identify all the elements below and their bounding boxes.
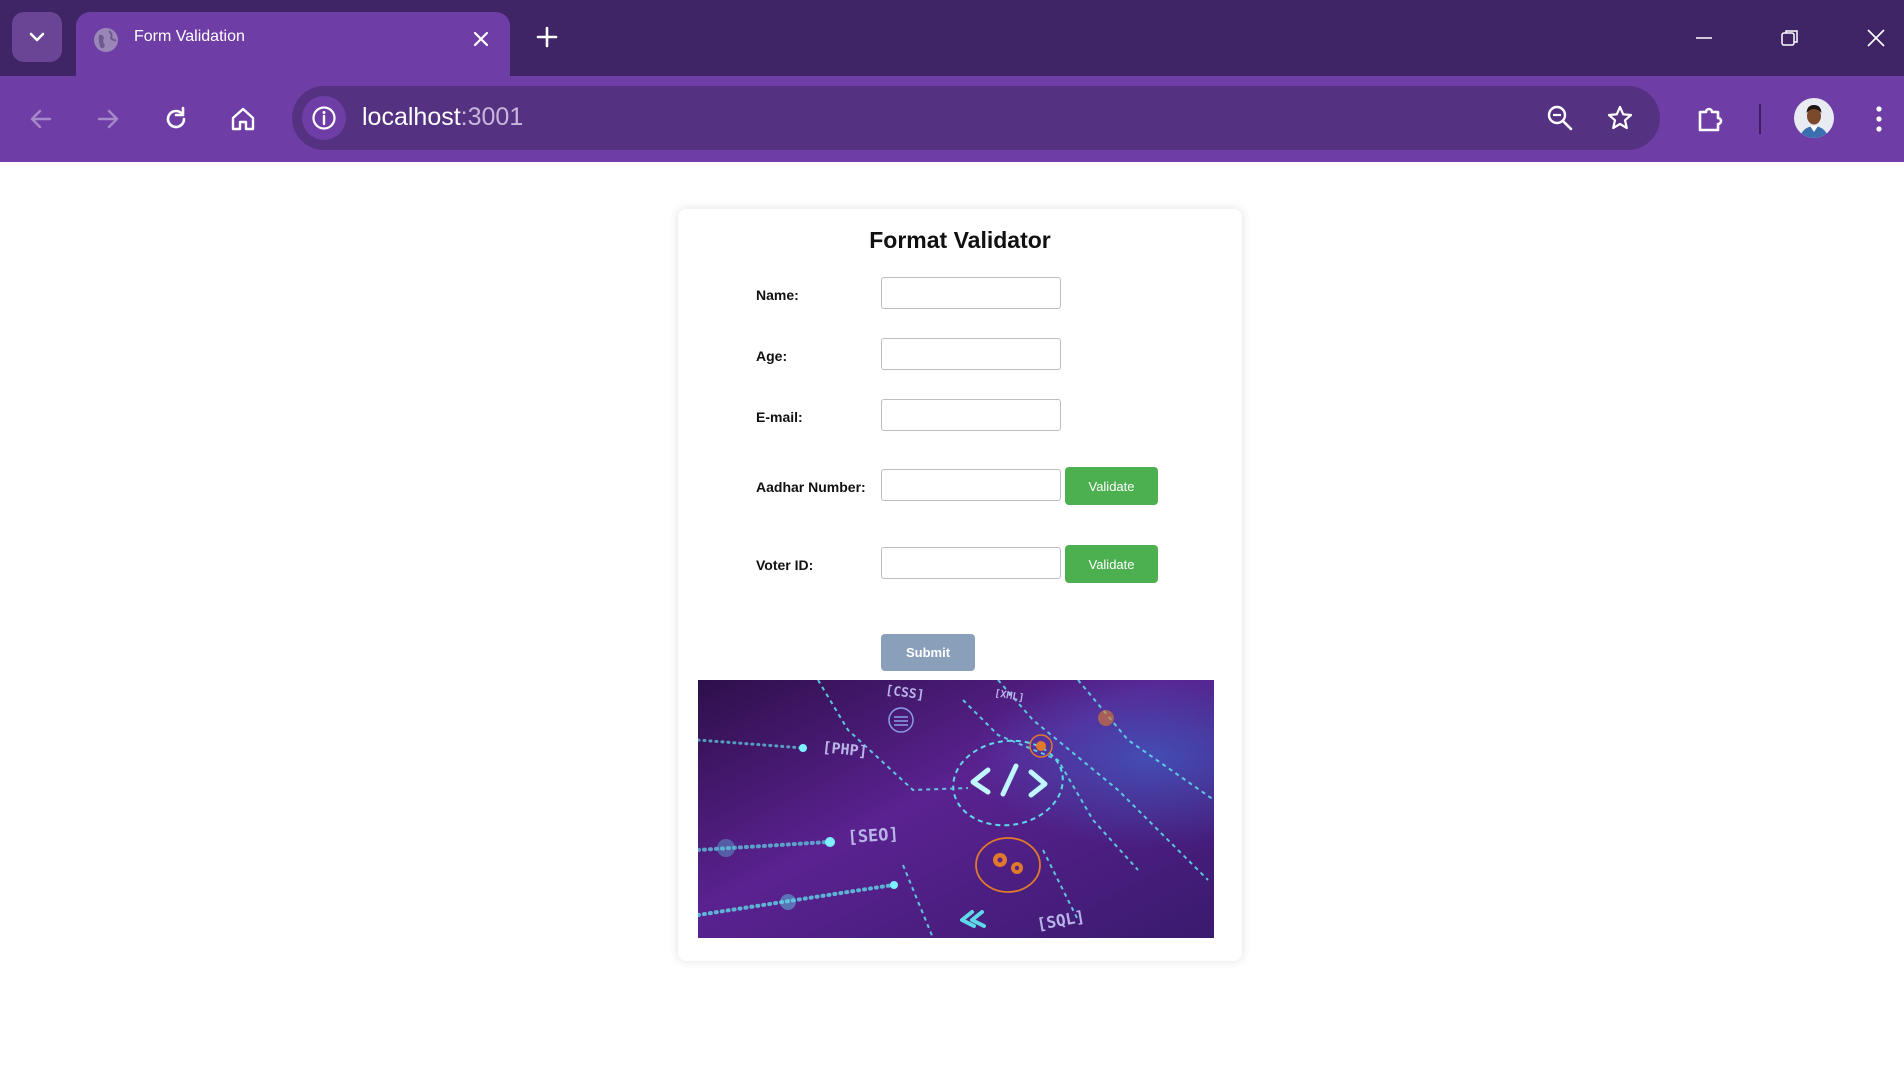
email-input[interactable]: [881, 399, 1061, 431]
tab-close-button[interactable]: [466, 24, 496, 54]
window-close-button[interactable]: [1856, 18, 1896, 58]
more-vertical-icon: [1876, 106, 1882, 132]
avatar-image: [1794, 98, 1834, 138]
info-icon: [312, 106, 336, 130]
form-card: Format Validator Name: Age: E-mail: Aadh…: [678, 209, 1242, 961]
zoom-out-icon: [1547, 105, 1573, 131]
url-text[interactable]: localhost:3001: [362, 103, 523, 132]
forward-button[interactable]: [86, 97, 130, 141]
page-content: Format Validator Name: Age: E-mail: Aadh…: [0, 162, 1904, 1079]
close-icon: [1867, 29, 1885, 47]
browser-toolbar: localhost:3001: [0, 76, 1904, 162]
tag-seo: [SEO]: [847, 824, 899, 848]
tab-strip: Form Validation: [0, 0, 1904, 76]
home-button[interactable]: [221, 97, 265, 141]
back-button[interactable]: [19, 97, 63, 141]
age-input[interactable]: [881, 338, 1061, 370]
toolbar-divider: [1759, 104, 1761, 134]
url-host: localhost: [362, 103, 461, 131]
chevron-down-icon: [29, 32, 45, 42]
address-bar[interactable]: localhost:3001: [292, 86, 1660, 150]
bookmark-button[interactable]: [1598, 96, 1642, 140]
email-label: E-mail:: [756, 409, 803, 425]
active-tab[interactable]: Form Validation: [76, 12, 510, 76]
submit-button[interactable]: Submit: [881, 634, 975, 671]
tab-title: Form Validation: [134, 28, 245, 45]
name-input[interactable]: [881, 277, 1061, 309]
puzzle-icon: [1698, 107, 1723, 132]
voter-id-label: Voter ID:: [756, 557, 814, 573]
name-label: Name:: [756, 287, 799, 303]
reload-button[interactable]: [154, 97, 198, 141]
voter-id-row: Voter ID: Validate: [756, 545, 1176, 583]
menu-button[interactable]: [1857, 97, 1901, 141]
aadhar-label: Aadhar Number:: [756, 479, 866, 495]
validate-voter-id-button[interactable]: Validate: [1065, 545, 1158, 583]
age-row: Age:: [756, 338, 1176, 372]
age-label: Age:: [756, 348, 788, 364]
site-info-button[interactable]: [302, 96, 346, 140]
star-icon: [1607, 105, 1633, 130]
zoom-button[interactable]: [1538, 96, 1582, 140]
validate-aadhar-button[interactable]: Validate: [1065, 467, 1158, 505]
email-row: E-mail:: [756, 399, 1176, 433]
extensions-button[interactable]: [1688, 97, 1732, 141]
page-title: Format Validator: [869, 227, 1051, 253]
url-port: :3001: [460, 103, 524, 131]
aadhar-row: Aadhar Number: Validate: [756, 467, 1176, 505]
home-icon: [231, 107, 255, 131]
profile-avatar[interactable]: [1794, 98, 1834, 138]
tab-search-button[interactable]: [12, 12, 62, 62]
new-tab-button[interactable]: [530, 20, 564, 54]
plus-icon: [536, 26, 558, 48]
tech-illustration: [CSS] [XML] [PHP] [SEO] [SQL]: [698, 680, 1214, 938]
globe-icon: [94, 28, 118, 52]
minimize-icon: [1696, 37, 1712, 39]
minimize-button[interactable]: [1684, 18, 1724, 58]
restore-button[interactable]: [1770, 18, 1810, 58]
close-icon: [473, 31, 489, 47]
banner-image: [CSS] [XML] [PHP] [SEO] [SQL]: [698, 680, 1214, 938]
aadhar-input[interactable]: [881, 469, 1061, 501]
arrow-left-icon: [30, 109, 52, 129]
arrow-right-icon: [97, 109, 119, 129]
voter-id-input[interactable]: [881, 547, 1061, 579]
reload-icon: [166, 106, 186, 129]
restore-icon: [1781, 30, 1798, 46]
name-row: Name:: [756, 277, 1176, 311]
